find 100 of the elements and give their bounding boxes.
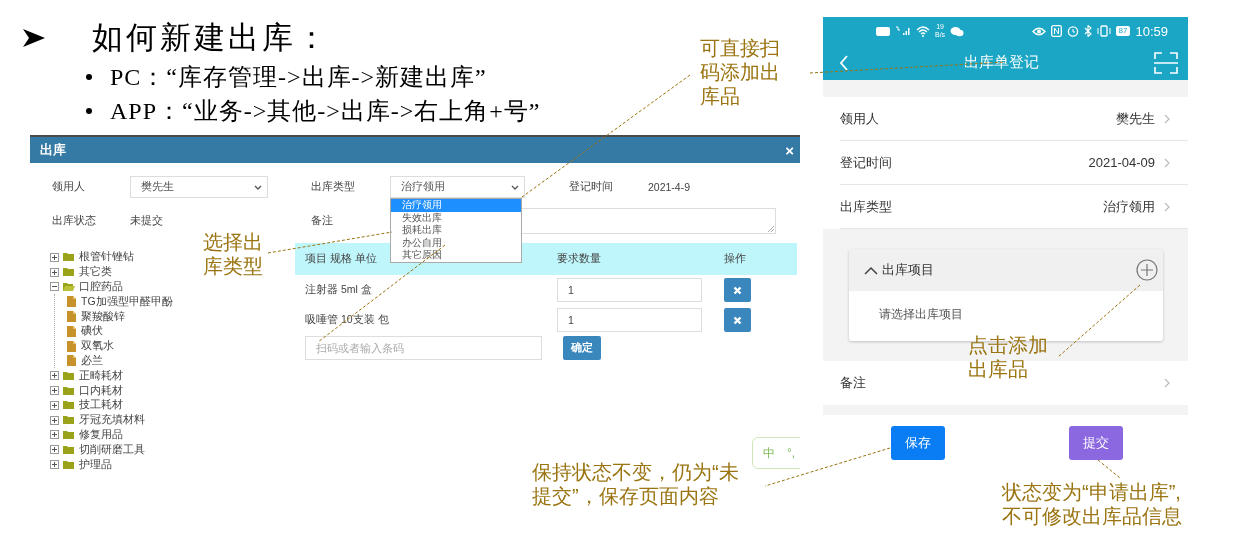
callout-text: 选择出 库类型 [203,230,263,278]
folder-icon [63,459,75,470]
expand-toggle-icon[interactable] [50,415,59,425]
tree-item[interactable]: 根管针锉钻 [79,250,134,265]
nfc-icon [1050,25,1062,37]
tree-item[interactable]: 双氧水 [81,339,114,354]
column-header: 操作 [724,252,746,266]
tree-item[interactable]: TG加强型甲醛甲酚 [81,294,173,309]
field-value: 未提交 [130,214,164,228]
save-button[interactable]: 保存 [891,426,945,460]
tree-item[interactable]: 护理品 [79,457,112,472]
signal-icon [895,26,911,36]
tree-item[interactable]: 碘伏 [81,324,103,339]
slide-heading: 如何新建出库： [92,19,330,57]
open-folder-icon [63,282,75,292]
folder-icon [63,415,75,426]
file-icon [67,296,77,308]
card-title: 出库项目 [882,261,934,279]
tree-item[interactable]: 口腔药品 [79,280,123,294]
row-value[interactable]: 治疗领用 [1103,197,1155,216]
expand-toggle-icon[interactable] [50,252,59,262]
chevron-right-icon [1164,157,1170,168]
window-title: 出库 [40,141,66,159]
file-icon [67,325,77,337]
folder-icon [63,429,75,440]
delete-button[interactable] [724,308,751,332]
confirm-button[interactable]: 确定 [563,336,601,360]
expand-toggle-icon[interactable] [50,400,59,410]
dropdown-option[interactable]: 其它原因 [391,249,521,262]
arrow-bullet-icon [22,27,46,49]
row-label: 出库类型 [840,197,892,216]
expand-toggle-icon[interactable] [50,430,59,440]
folder-icon [63,267,75,278]
chat-bubbles-icon [950,25,965,37]
expand-toggle-icon[interactable] [50,460,59,470]
file-icon [67,311,77,323]
folder-icon [63,252,75,263]
callout-text: 状态变为“申请出库”, 不可修改出库品信息 [1002,480,1182,528]
tree-item[interactable]: 必兰 [81,353,103,368]
tree-item[interactable]: 其它类 [79,265,112,280]
add-icon[interactable] [1136,259,1158,281]
row-label: 登记时间 [840,153,892,172]
tree-item[interactable]: 修复用品 [79,427,123,442]
select-field[interactable]: 治疗领用 [390,176,525,198]
dropdown-option[interactable]: 办公自用 [391,236,521,250]
chevron-right-icon [1164,378,1170,388]
folder-icon [63,385,75,396]
quantity-field[interactable]: 1 [557,278,702,302]
tree-item[interactable]: 正畸耗材 [79,368,123,383]
battery-level: 87 [1115,26,1131,36]
bullet-text: PC：“库存管理->出库->新建出库” [110,63,487,92]
field-value: 2021-4-9 [648,181,692,193]
folder-icon [63,444,75,455]
row-label: 备注 [840,374,866,392]
collapse-toggle-icon[interactable] [50,282,59,292]
tree-item[interactable]: 聚羧酸锌 [81,309,125,324]
chevron-icon [254,184,262,190]
callout-text: 可直接扫 码添加出 库品 [700,36,780,108]
row-value[interactable]: 樊先生 [1116,109,1155,128]
table-cell: 吸唾管 10支装 包 [305,313,389,327]
select-field[interactable]: 樊先生 [130,176,268,198]
eye-icon [1031,26,1046,36]
bullet-icon [86,108,92,114]
folder-icon [63,370,75,381]
expand-toggle-icon[interactable] [50,371,59,381]
expand-toggle-icon[interactable] [50,386,59,396]
scan-field[interactable]: 扫码或者输入条码 [305,336,542,360]
bullet-icon [86,74,92,80]
submit-button[interactable]: 提交 [1069,426,1123,460]
alarm-icon [1066,25,1079,37]
close-button[interactable]: × [785,141,794,159]
tree-item[interactable]: 技工耗材 [79,398,123,413]
tree-item[interactable]: 切削研磨工具 [79,442,145,457]
resize-grip-icon [768,226,774,232]
row-value[interactable]: 2021-04-09 [1088,155,1155,170]
tree-item[interactable]: 牙冠充填材料 [79,413,145,428]
chevron-up-icon[interactable] [864,265,878,275]
dropdown-option[interactable]: 失效出库 [391,211,521,225]
close-icon [733,315,742,325]
placeholder-text: 请选择出库项目 [878,306,964,323]
bullet-text: APP：“业务->其他->出库->右上角+号” [110,97,541,126]
expand-toggle-icon[interactable] [50,445,59,455]
quantity-field[interactable]: 1 [557,308,702,332]
chevron-icon [511,184,519,190]
close-icon [733,285,742,295]
tree-item[interactable]: 口内耗材 [79,383,123,398]
hd-icon [876,26,890,36]
folder-icon [63,400,75,411]
row-label: 领用人 [840,109,879,128]
delete-button[interactable] [724,278,751,302]
column-header: 要求数量 [557,252,601,266]
callout-text: 保持状态不变，仍为“未 提交”，保存页面内容 [532,460,739,508]
screen-title: 出库单登记 [964,53,1039,72]
expand-toggle-icon[interactable] [50,267,59,277]
table-cell: 注射器 5ml 盒 [305,283,372,297]
dropdown-option[interactable]: 损耗出库 [391,224,521,237]
field-label: 出库状态 [52,214,97,228]
column-header: 项目 规格 单位 [305,252,377,266]
field-label: 登记时间 [569,180,614,194]
back-icon[interactable] [839,54,849,71]
